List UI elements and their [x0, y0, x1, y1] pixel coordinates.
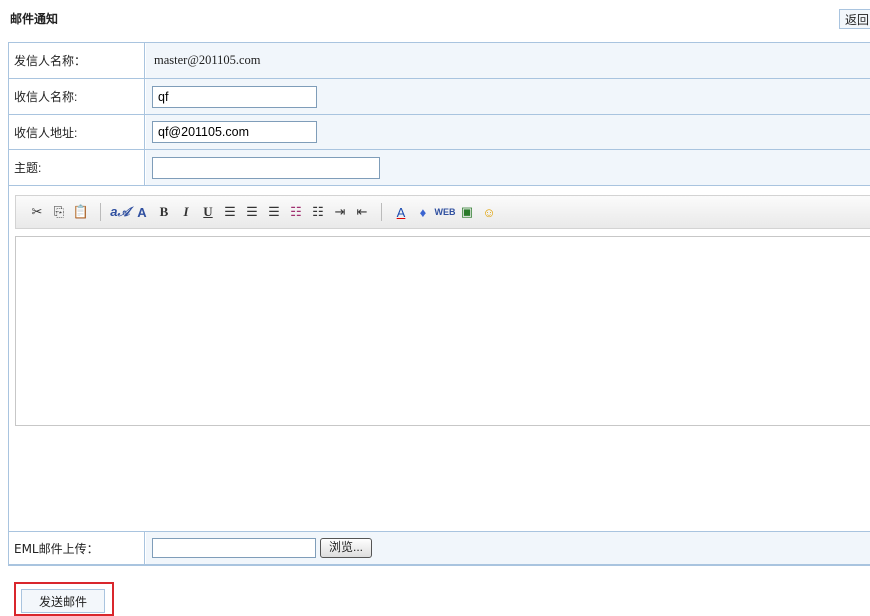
upload-row: EML邮件上传： 浏览...: [9, 532, 870, 565]
page-title: 邮件通知: [10, 12, 59, 26]
subject-input[interactable]: [152, 156, 380, 179]
toolbar-divider: [381, 203, 382, 221]
ordered-list-icon[interactable]: ☷: [285, 201, 307, 223]
align-left-icon[interactable]: ☰: [219, 201, 241, 223]
subject-row: 主题:: [9, 150, 870, 186]
subject-label: 主题:: [9, 150, 145, 185]
image-icon[interactable]: ▣: [456, 201, 478, 223]
editor-toolbar: ✂ ⎘ 📋 a𝒜 A B I U ☰ ☰ ☰ ☷ ☷ ⇥ ⇤ A ♦ WEB ▣…: [15, 195, 870, 229]
copy-icon[interactable]: ⎘: [48, 201, 70, 223]
toolbar-divider: [100, 203, 101, 221]
outdent-icon[interactable]: ⇤: [351, 201, 373, 223]
recipient-address-input[interactable]: [152, 121, 317, 143]
align-right-icon[interactable]: ☰: [263, 201, 285, 223]
browse-button[interactable]: 浏览...: [320, 538, 373, 558]
align-center-icon[interactable]: ☰: [241, 201, 263, 223]
recipient-address-label: 收信人地址:: [9, 115, 145, 149]
bold-icon[interactable]: B: [153, 201, 175, 223]
text-color-icon[interactable]: A: [390, 201, 412, 223]
upload-file-input[interactable]: [152, 538, 316, 558]
sender-value: master@201105.com: [154, 53, 261, 67]
sender-row: 发信人名称： master@201105.com: [9, 43, 870, 79]
font-size-icon[interactable]: A: [131, 201, 153, 223]
indent-icon[interactable]: ⇥: [329, 201, 351, 223]
font-face-icon[interactable]: a𝒜: [109, 201, 131, 223]
editor-content-area[interactable]: [15, 236, 870, 426]
underline-icon[interactable]: U: [197, 201, 219, 223]
send-mail-button[interactable]: 发送邮件: [21, 589, 105, 613]
recipient-address-row: 收信人地址:: [9, 115, 870, 150]
link-icon[interactable]: WEB: [434, 201, 456, 223]
cut-icon[interactable]: ✂: [26, 201, 48, 223]
emoticon-icon[interactable]: ☺: [478, 201, 500, 223]
recipient-name-input[interactable]: [152, 85, 317, 108]
upload-label: EML邮件上传：: [9, 532, 145, 564]
back-button[interactable]: 返回: [839, 9, 870, 29]
mail-form: 发信人名称： master@201105.com 收信人名称: 收信人地址: 主…: [8, 42, 870, 566]
recipient-name-label: 收信人名称:: [9, 79, 145, 114]
editor-row: ✂ ⎘ 📋 a𝒜 A B I U ☰ ☰ ☰ ☷ ☷ ⇥ ⇤ A ♦ WEB ▣…: [9, 186, 870, 532]
sender-label: 发信人名称：: [9, 43, 145, 78]
send-highlight: 发送邮件: [14, 582, 114, 616]
recipient-name-row: 收信人名称:: [9, 79, 870, 115]
background-color-icon[interactable]: ♦: [412, 201, 434, 223]
paste-icon[interactable]: 📋: [70, 201, 92, 223]
italic-icon[interactable]: I: [175, 201, 197, 223]
unordered-list-icon[interactable]: ☷: [307, 201, 329, 223]
